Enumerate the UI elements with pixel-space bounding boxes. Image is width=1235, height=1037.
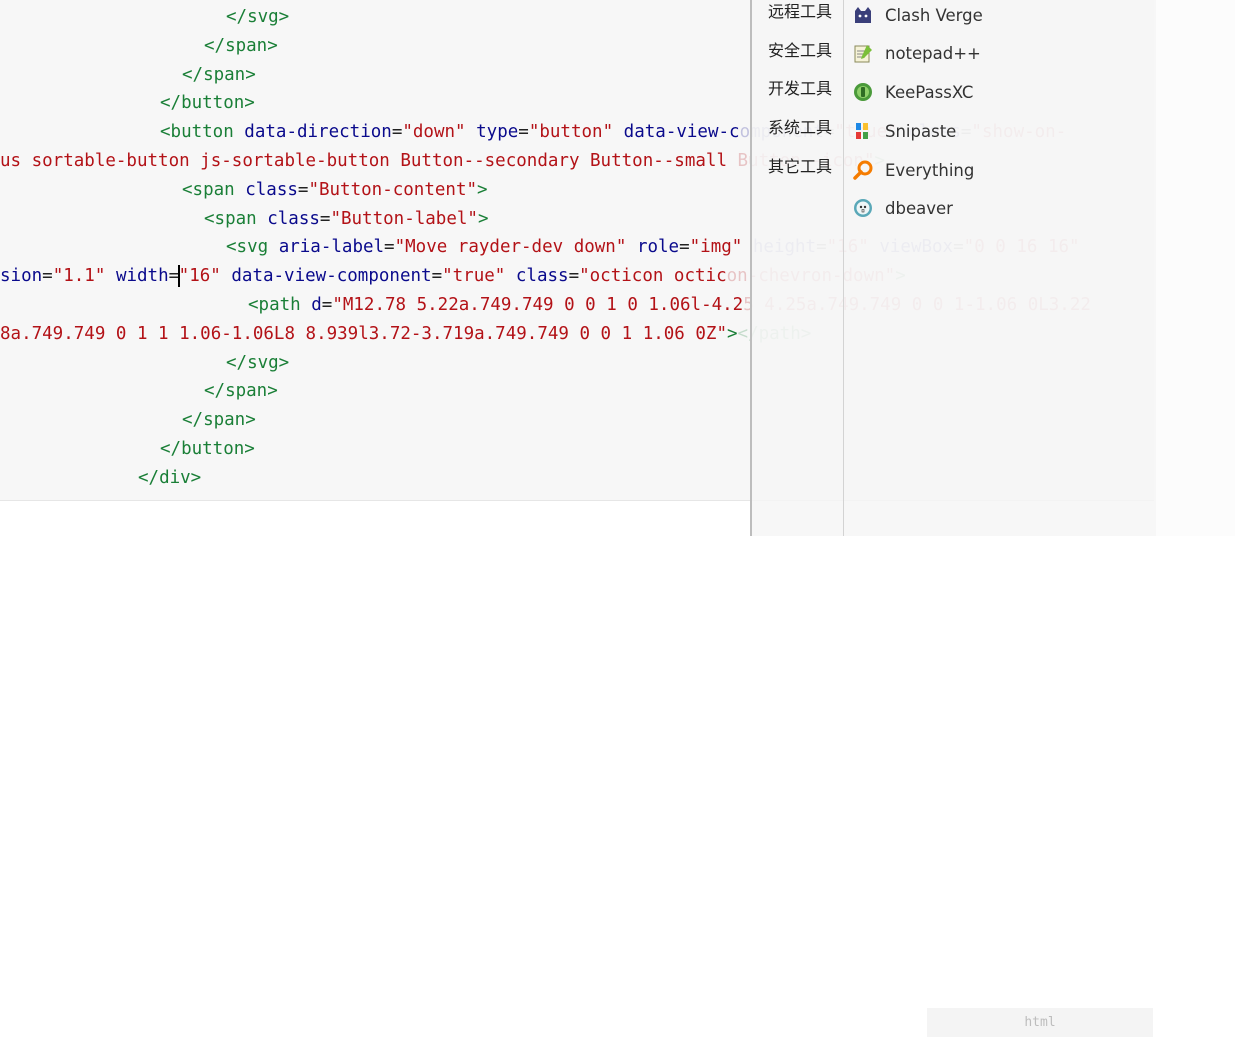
category-dev-tools[interactable]: 开发工具 bbox=[768, 74, 832, 104]
code-token: = bbox=[431, 266, 443, 287]
code-token: <path bbox=[248, 295, 312, 315]
code-token: </svg> bbox=[226, 7, 290, 27]
code-token: <svg bbox=[226, 237, 279, 258]
app-item-everything[interactable]: Everything bbox=[852, 153, 1142, 187]
code-token: </span> bbox=[182, 64, 256, 85]
beaver-icon bbox=[852, 197, 874, 219]
code-token: </span> bbox=[204, 35, 278, 56]
code-token: "Button-content" bbox=[308, 179, 478, 200]
app-item-clash-verge[interactable]: Clash Verge bbox=[852, 0, 1142, 32]
code-token: = bbox=[391, 122, 403, 143]
language-status[interactable]: html bbox=[927, 1008, 1153, 1037]
code-token: "img" bbox=[689, 237, 743, 258]
app-label: Clash Verge bbox=[885, 5, 983, 25]
code-token: "Move rayder-dev down" bbox=[394, 237, 627, 258]
category-remote-tools[interactable]: 远程工具 bbox=[768, 0, 832, 27]
code-token: = bbox=[321, 295, 333, 315]
code-token: <button bbox=[160, 122, 245, 143]
code-line[interactable]: </button> bbox=[160, 435, 255, 463]
app-item-notepad[interactable]: notepad++ bbox=[852, 36, 1142, 70]
code-token: = bbox=[319, 208, 331, 229]
code-token: role bbox=[636, 237, 680, 258]
code-token: "true" bbox=[442, 266, 506, 287]
code-token: sion bbox=[0, 266, 43, 287]
code-line[interactable]: </span> bbox=[182, 406, 256, 434]
code-token: <span bbox=[182, 179, 246, 200]
code-token: d bbox=[311, 295, 322, 315]
code-token: > bbox=[477, 208, 489, 229]
code-token: class bbox=[515, 266, 569, 287]
code-line[interactable]: </div> bbox=[138, 464, 201, 492]
code-token: "octicon octic bbox=[579, 266, 727, 287]
category-other-tools[interactable]: 其它工具 bbox=[768, 152, 832, 182]
code-line[interactable]: <span class="Button-label"> bbox=[204, 205, 489, 233]
code-token: aria-label bbox=[278, 237, 385, 258]
code-token: us sortable-button js-sortable-button Bu… bbox=[0, 151, 738, 171]
code-token: </div> bbox=[138, 467, 202, 488]
code-token: > bbox=[477, 179, 488, 200]
code-token: = bbox=[384, 237, 395, 258]
code-line[interactable]: </span> bbox=[204, 377, 278, 405]
notepad-icon bbox=[852, 42, 874, 64]
code-token: = bbox=[42, 266, 53, 287]
code-token: </span> bbox=[204, 381, 278, 402]
launcher-menu: 远程工具 安全工具 开发工具 系统工具 其它工具 Clash Verge not… bbox=[750, 0, 1156, 536]
code-token: data-view-c bbox=[623, 122, 740, 143]
app-label: KeePassXC bbox=[885, 82, 974, 102]
code-token: "1.1" bbox=[52, 266, 106, 287]
code-token: > bbox=[726, 323, 738, 344]
code-token: </span> bbox=[182, 410, 256, 431]
category-security-tools[interactable]: 安全工具 bbox=[768, 36, 832, 66]
code-token: = bbox=[679, 237, 690, 258]
background-panel bbox=[1154, 0, 1235, 536]
app-label: Everything bbox=[885, 160, 975, 180]
code-token: data-view-component bbox=[231, 266, 432, 287]
app-item-snipaste[interactable]: Snipaste bbox=[852, 114, 1142, 148]
code-token: "M12.78 5.22a.749.749 0 0 1 0 1.06l-4.2 bbox=[332, 295, 744, 315]
code-token: = bbox=[568, 266, 580, 287]
code-token: class bbox=[267, 208, 320, 229]
category-system-tools[interactable]: 系统工具 bbox=[768, 113, 832, 143]
code-line[interactable]: <span class="Button-content"> bbox=[182, 176, 488, 204]
code-token: "button" bbox=[528, 122, 614, 143]
app-label: Snipaste bbox=[885, 121, 957, 141]
code-token: = bbox=[518, 122, 529, 143]
code-token: "16" bbox=[178, 266, 221, 287]
code-token: <span bbox=[204, 208, 268, 229]
app-item-keepassxc[interactable]: KeePassXC bbox=[852, 75, 1142, 109]
app-label: dbeaver bbox=[885, 198, 953, 218]
app-label: notepad++ bbox=[885, 43, 981, 63]
code-token: 8a.749.749 0 1 1 1.06-1.06L8 8.939l3.72-… bbox=[0, 323, 727, 344]
code-token: type bbox=[476, 122, 519, 143]
code-token: </button> bbox=[160, 439, 255, 459]
magnifier-icon bbox=[852, 159, 874, 181]
code-token: data-direction bbox=[244, 122, 392, 143]
code-line[interactable]: </span> bbox=[204, 32, 278, 60]
app-item-dbeaver[interactable]: dbeaver bbox=[852, 191, 1142, 225]
code-line[interactable]: </span> bbox=[182, 61, 256, 89]
code-token: "down" bbox=[402, 122, 466, 143]
code-line[interactable]: </button> bbox=[160, 89, 255, 117]
code-line[interactable]: 8a.749.749 0 1 1 1.06-1.06L8 8.939l3.72-… bbox=[0, 320, 811, 348]
menu-divider bbox=[843, 0, 844, 536]
cat-icon bbox=[852, 4, 874, 26]
code-token: "Button-label" bbox=[330, 208, 478, 229]
code-token: </svg> bbox=[226, 352, 290, 373]
snipaste-icon bbox=[852, 120, 874, 142]
code-line[interactable]: </svg> bbox=[226, 349, 289, 377]
code-token: width bbox=[115, 266, 169, 287]
code-line[interactable]: </svg> bbox=[226, 3, 289, 31]
code-token: = bbox=[297, 179, 309, 200]
keepass-icon bbox=[852, 81, 874, 103]
code-token: </button> bbox=[160, 93, 255, 114]
code-token: class bbox=[245, 179, 298, 200]
